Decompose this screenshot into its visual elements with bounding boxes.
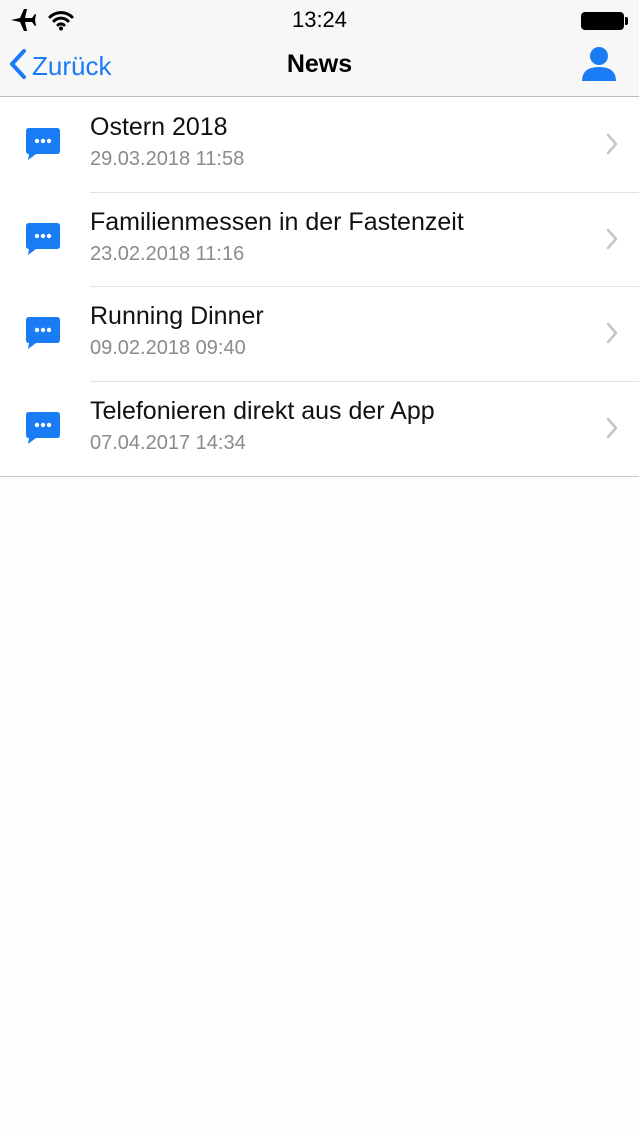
status-time: 13:24 — [291, 7, 348, 32]
news-title: Telefonieren direkt aus der App — [90, 396, 435, 425]
message-bubble-icon — [24, 410, 62, 446]
chevron-right-icon — [605, 132, 619, 156]
news-title: Ostern 2018 — [90, 113, 228, 141]
news-list: Ostern 2018 29.03.2018 11:58 Familienmes… — [0, 98, 639, 477]
news-title: Familienmessen in der Fastenzeit — [90, 207, 464, 236]
news-date: 09.02.2018 09:40 — [90, 337, 246, 359]
news-date: 23.02.2018 11:16 — [90, 242, 245, 265]
chevron-right-icon — [605, 227, 619, 251]
list-item[interactable]: Familienmessen in der Fastenzeit 23.02.2… — [0, 193, 639, 287]
news-date: 29.03.2018 11:58 — [90, 148, 245, 170]
list-item[interactable]: Telefonieren direkt aus der App 07.04.20… — [0, 382, 639, 477]
status-bar: 13:24 — [0, 0, 639, 40]
navigation-bar: Zurück News — [0, 40, 639, 97]
profile-button[interactable] — [579, 44, 619, 84]
battery-icon — [581, 12, 629, 30]
chevron-right-icon — [605, 321, 619, 345]
news-date: 07.04.2017 14:34 — [90, 431, 246, 454]
news-title: Running Dinner — [90, 302, 264, 330]
page-title: News — [286, 50, 353, 78]
message-bubble-icon — [24, 221, 62, 257]
list-item[interactable]: Ostern 2018 29.03.2018 11:58 — [0, 98, 639, 193]
list-item[interactable]: Running Dinner 09.02.2018 09:40 — [0, 287, 639, 382]
user-icon — [579, 47, 619, 88]
message-bubble-icon — [24, 315, 62, 351]
chevron-right-icon — [605, 416, 619, 440]
message-bubble-icon — [24, 126, 62, 162]
